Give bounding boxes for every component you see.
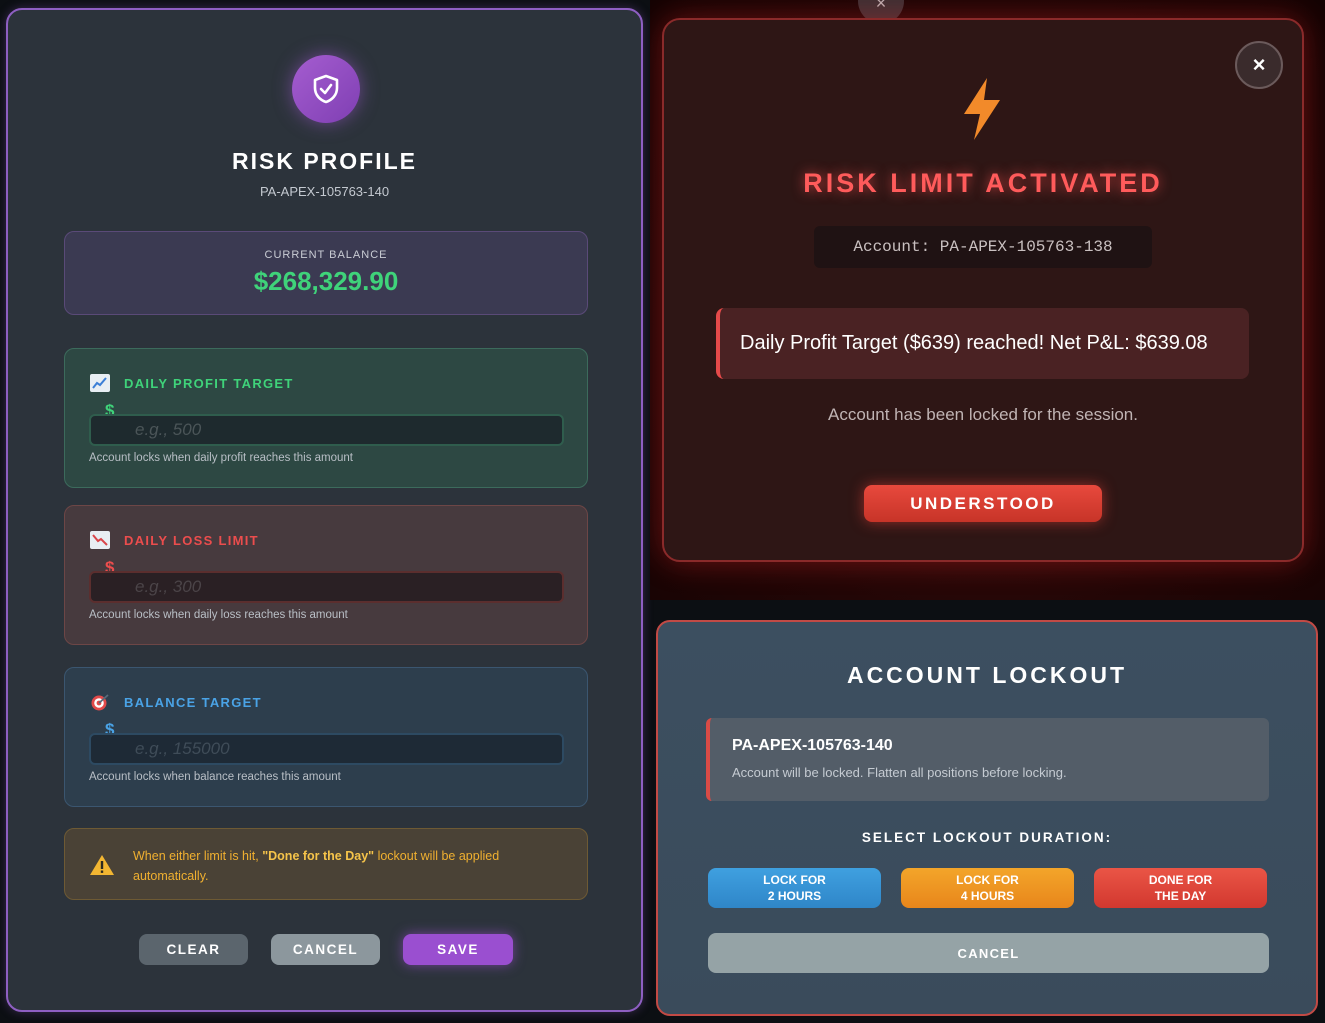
done-for-day-button[interactable]: DONE FOR THE DAY [1094, 868, 1267, 908]
close-icon[interactable]: × [1235, 41, 1283, 89]
daily-profit-help: Account locks when daily profit reaches … [89, 452, 353, 464]
understood-button[interactable]: UNDERSTOOD [864, 485, 1102, 522]
daily-loss-help: Account locks when daily loss reaches th… [89, 609, 348, 621]
lockout-note: Account will be locked. Flatten all posi… [732, 765, 1067, 780]
daily-profit-card: DAILY PROFIT TARGET $ Account locks when… [64, 348, 588, 488]
warning-icon [89, 854, 115, 881]
account-lockout-modal: ACCOUNT LOCKOUT PA-APEX-105763-140 Accou… [656, 620, 1318, 1016]
lockout-cancel-button[interactable]: CANCEL [708, 933, 1269, 973]
shield-icon [292, 55, 360, 123]
balance-value: $268,329.90 [253, 266, 399, 296]
notice-text: When either limit is hit, "Done for the … [133, 849, 500, 883]
locked-note: Account has been locked for the session. [828, 405, 1138, 424]
lockout-account-id: PA-APEX-105763-140 [732, 737, 893, 754]
daily-profit-input[interactable] [89, 414, 564, 446]
alert-account: Account: PA-APEX-105763-138 [814, 226, 1152, 268]
risk-profile-modal: RISK PROFILE PA-APEX-105763-140 CURRENT … [6, 8, 643, 1012]
lightning-icon [960, 76, 1004, 147]
daily-loss-title: DAILY LOSS LIMIT [124, 532, 259, 548]
target-icon [90, 693, 110, 711]
alert-title: RISK LIMIT ACTIVATED [803, 168, 1163, 198]
lock-2-hours-button[interactable]: LOCK FOR 2 HOURS [708, 868, 881, 908]
alert-message: Daily Profit Target ($639) reached! Net … [716, 308, 1249, 379]
balance-target-help: Account locks when balance reaches this … [89, 771, 341, 783]
chart-up-icon [90, 374, 110, 392]
balance-panel: CURRENT BALANCE $268,329.90 [64, 231, 588, 315]
page-title: RISK PROFILE [231, 148, 417, 174]
balance-target-card: BALANCE TARGET $ Account locks when bala… [64, 667, 588, 807]
account-id: PA-APEX-105763-140 [259, 184, 390, 199]
risk-alert-overlay: × × RISK LIMIT ACTIVATED Account: PA-APE… [650, 0, 1325, 600]
daily-loss-input[interactable] [89, 571, 564, 603]
lockout-title: ACCOUNT LOCKOUT [846, 662, 1128, 688]
save-button[interactable]: SAVE [403, 934, 513, 965]
auto-lockout-notice: When either limit is hit, "Done for the … [64, 828, 588, 900]
balance-target-input[interactable] [89, 733, 564, 765]
cancel-button[interactable]: CANCEL [271, 934, 380, 965]
chart-down-icon [90, 531, 110, 549]
clear-button[interactable]: CLEAR [139, 934, 248, 965]
daily-loss-card: DAILY LOSS LIMIT $ Account locks when da… [64, 505, 588, 645]
balance-target-title: BALANCE TARGET [124, 694, 262, 710]
lock-4-hours-button[interactable]: LOCK FOR 4 HOURS [901, 868, 1074, 908]
risk-alert-modal: × RISK LIMIT ACTIVATED Account: PA-APEX-… [662, 18, 1304, 562]
daily-profit-title: DAILY PROFIT TARGET [124, 375, 294, 391]
screen: RISK PROFILE PA-APEX-105763-140 CURRENT … [0, 0, 1325, 1023]
balance-label: CURRENT BALANCE [264, 249, 388, 261]
duration-label: SELECT LOCKOUT DURATION: [861, 830, 1113, 845]
lockout-account-box: PA-APEX-105763-140 Account will be locke… [706, 718, 1269, 801]
